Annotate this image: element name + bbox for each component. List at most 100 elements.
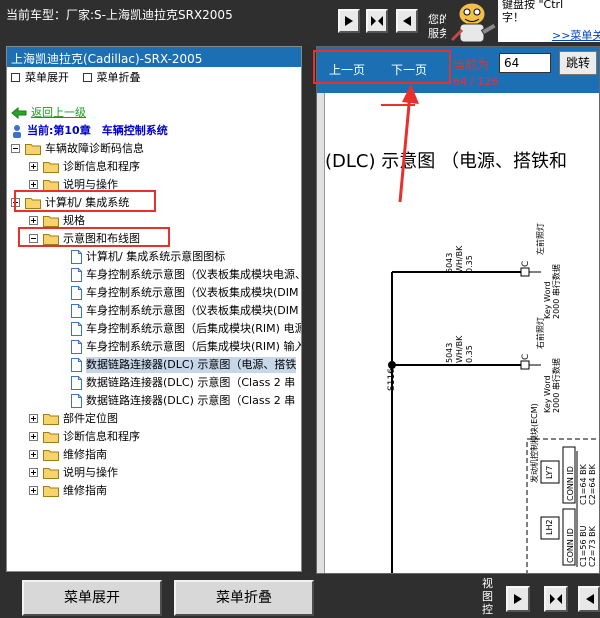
tree-item-label: 数据链路连接器(DLC) 示意图（Class 2 串 [86,376,296,389]
wire-2-size: 0.35 [465,345,474,363]
highlight-box [313,50,451,84]
tree-folder-item[interactable]: 诊断信息和程序 [7,159,301,175]
conn-id-label-b: CONN ID [566,528,575,563]
tree-folder-item[interactable]: 诊断信息和程序 [7,429,301,445]
top-bar: 当前车型：厂家:S-上海凯迪拉克SRX2005 您的服务 键盘按 "Ctrl 字… [0,0,600,46]
tree-doc-item[interactable]: 车身控制系统示意图（后集成模块(RIM) 电源 [7,321,302,337]
conn-id-a: LY7 [545,465,554,479]
tree-item-label: 车辆故障诊断码信息 [45,142,144,155]
view-left-button[interactable] [396,9,418,33]
tree-item-label: 维修指南 [63,484,107,497]
checkbox-icon [11,73,20,82]
folder-icon [43,449,59,461]
arrow-left-icon [403,16,411,26]
view-control-label: 视图控 [482,577,493,616]
menu-tools: 菜单展开 菜单折叠 [11,69,151,85]
folder-icon [43,431,59,443]
expand-menu-button[interactable]: 菜单展开 [22,580,162,616]
tree-folder-item[interactable]: 说明与操作 [7,465,301,481]
wire-2-color: WH/BK [455,335,464,363]
folder-icon [43,413,59,425]
conn-values-b: C1=56 BU C2=73 BK [579,525,597,567]
tree-item-label: 维修指南 [63,448,107,461]
tree-item-label: 车身控制系统示意图（后集成模块(RIM) 电源 [86,322,302,335]
expand-icon[interactable] [29,414,38,423]
document-icon [71,376,82,390]
folder-icon [43,161,59,173]
wire-1-color: WH/BK [455,245,464,273]
tree-doc-item[interactable]: 车身控制系统示意图（仪表板集成模块电源、 [7,267,301,283]
expand-icon[interactable] [29,216,38,225]
back-arrow-icon [11,106,27,120]
collapse-menu-button[interactable]: 菜单折叠 [174,580,314,616]
double-arrow-icon [371,16,383,26]
tree-doc-item[interactable]: 车身控制系统示意图（后集成模块(RIM) 输入 [7,339,302,355]
connector-2-label: 右前照灯 [536,317,545,349]
folder-icon [43,467,59,479]
tree-item-label: 车身控制系统示意图（仪表板集成模块(DIM [86,286,299,299]
tree-folder-item[interactable]: 部件定位图 [7,411,301,427]
connector-c1: C [521,260,531,267]
view-single-button[interactable] [338,9,360,33]
arrow-right-icon [345,16,353,26]
document-viewer: 上一页 下一页 当前为 跳转 64 / 126 (DLC) 示意图 （电源、搭铁… [316,46,600,574]
tree-folder-item[interactable]: 维修指南 [7,483,301,499]
checkbox-icon [82,73,92,82]
tree-item-label: 数据链路连接器(DLC) 示意图（电源、搭铁 [86,357,297,373]
menu-expand-link[interactable]: 菜单展开 [11,69,69,85]
view-double-button[interactable] [366,9,388,33]
tree-item-label: 诊断信息和程序 [63,430,140,443]
folder-icon [43,215,59,227]
document-icon [71,394,82,408]
tree-folder-item[interactable]: 维修指南 [7,447,301,463]
menu-collapse-link[interactable]: 菜单折叠 [82,69,141,85]
tree-doc-item[interactable]: 数据链路连接器(DLC) 示意图（电源、搭铁 [7,357,301,373]
tip-box: 键盘按 "Ctrl 字！ >>菜单关 [498,0,600,42]
menu-panel: 上海凯迪拉克(Cadillac)-SRX-2005 菜单展开 菜单折叠 返回上一… [6,46,302,572]
expand-icon[interactable] [29,432,38,441]
connector-1-label: 左前照灯 [536,223,545,255]
folder-icon [25,143,41,155]
wire-1-num: 5043 [445,252,454,273]
tree-item-label: 数据链路连接器(DLC) 示意图（Class 2 串 [86,394,296,407]
expand-icon[interactable] [29,180,38,189]
collapse-icon[interactable] [11,144,20,153]
expand-icon[interactable] [29,450,38,459]
tree-item-label: 车身控制系统示意图（后集成模块(RIM) 输入 [86,340,302,353]
view-double-bottom-button[interactable] [544,586,568,612]
splice-label: S116 [387,368,397,391]
wire-2-num: 5043 [445,342,454,363]
menu-panel-title: 上海凯迪拉克(Cadillac)-SRX-2005 [7,47,301,67]
tree-item-label: 诊断信息和程序 [63,160,140,173]
tree-doc-item[interactable]: 车身控制系统示意图（仪表板集成模块(DIM [7,285,301,301]
tip-line-2: 字！ [502,11,524,24]
tree-folder-item[interactable]: 车辆故障诊断码信息 [7,141,301,157]
document-icon [71,322,82,336]
conn-id-b: LH2 [545,519,554,535]
wire-1-size: 0.35 [465,255,474,273]
person-icon [13,125,21,138]
tree-item-label: 计算机/ 集成系统示意图图标 [86,250,226,263]
tree-doc-item[interactable]: 数据链路连接器(DLC) 示意图（Class 2 串 [7,375,301,391]
document-icon [71,340,82,354]
tree-item-label: 车身控制系统示意图（仪表板集成模块(DIM [86,304,299,317]
tree-doc-item[interactable]: 车身控制系统示意图（仪表板集成模块(DIM [7,303,301,319]
current-model-title: 当前车型：厂家:S-上海凯迪拉克SRX2005 [6,8,233,22]
mascot-icon [446,0,498,46]
expand-icon[interactable] [29,486,38,495]
connector-1-text: Key Word 2000 串行数据 [543,264,561,319]
connector-2-text: Key Word 2000 串行数据 [543,358,561,413]
expand-icon[interactable] [29,468,38,477]
view-single-bottom-button[interactable] [506,586,530,612]
tree-item-label: 部件定位图 [63,412,118,425]
conn-id-label-a: CONN ID [566,466,575,501]
arrow-right-icon [514,594,522,604]
tip-close-link[interactable]: >>菜单关 [552,27,600,43]
tree-doc-item[interactable]: 数据链路连接器(DLC) 示意图（Class 2 串 [7,393,301,409]
document-icon [71,286,82,300]
expand-icon[interactable] [29,162,38,171]
view-left-bottom-button[interactable] [578,586,600,612]
arrow-left-icon [586,594,594,604]
tree-doc-item[interactable]: 计算机/ 集成系统示意图图标 [7,249,301,265]
bottom-bar: 菜单展开 菜单折叠 视图控 [0,574,600,618]
